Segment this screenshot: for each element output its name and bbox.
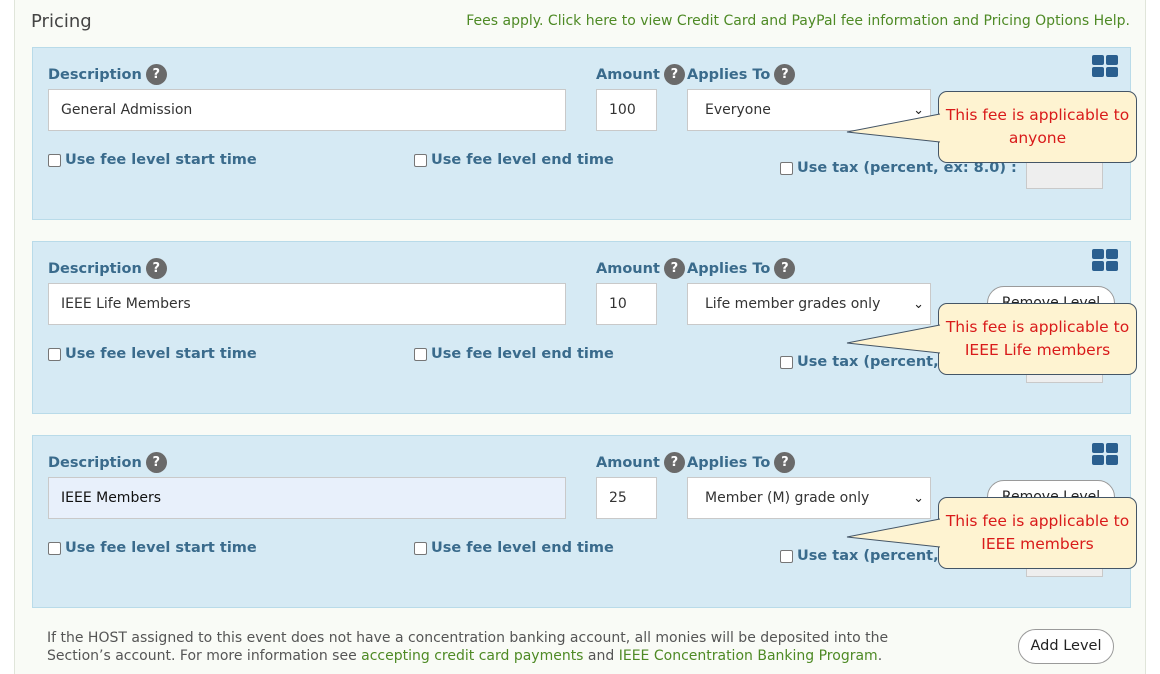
description-help-icon[interactable]: ?: [145, 452, 167, 473]
amount-help-icon[interactable]: ?: [663, 452, 685, 473]
applies-to-label: Applies To ?: [687, 452, 796, 473]
checkbox[interactable]: [780, 161, 793, 175]
grid-icon[interactable]: [1092, 443, 1119, 467]
checkbox[interactable]: [780, 549, 793, 563]
checkbox[interactable]: [414, 153, 427, 167]
applies-to-help-icon[interactable]: ?: [774, 452, 796, 473]
banking-notice: If the HOST assigned to this event does …: [47, 630, 889, 664]
callout-pointer: [846, 113, 941, 143]
checkbox[interactable]: [414, 541, 427, 555]
checkbox[interactable]: [48, 153, 61, 167]
description-input[interactable]: [48, 283, 566, 325]
description-label: Description ?: [48, 258, 167, 279]
callout-pointer: [846, 518, 941, 548]
credit-card-payments-link[interactable]: accepting credit card payments: [361, 648, 583, 664]
callout-level-1: This fee is applicable to anyone: [938, 91, 1137, 163]
use-start-time-checkbox[interactable]: Use fee level start time: [48, 346, 257, 362]
amount-label: Amount ?: [596, 64, 685, 85]
grid-icon[interactable]: [1092, 249, 1119, 273]
amount-input[interactable]: [596, 283, 657, 325]
callout-level-2: This fee is applicable to IEEE Life memb…: [938, 303, 1137, 375]
description-label: Description ?: [48, 64, 167, 85]
checkbox[interactable]: [48, 541, 61, 555]
amount-input[interactable]: [596, 89, 657, 131]
fees-info-link[interactable]: Fees apply. Click here to view Credit Ca…: [466, 13, 1130, 29]
amount-label: Amount ?: [596, 258, 685, 279]
chevron-down-icon: ⌄: [913, 491, 924, 506]
applies-to-help-icon[interactable]: ?: [774, 64, 796, 85]
applies-to-help-icon[interactable]: ?: [774, 258, 796, 279]
checkbox[interactable]: [48, 347, 61, 361]
description-help-icon[interactable]: ?: [145, 64, 167, 85]
grid-icon[interactable]: [1092, 55, 1119, 79]
callout-level-3: This fee is applicable to IEEE members: [938, 497, 1137, 569]
use-end-time-checkbox[interactable]: Use fee level end time: [414, 152, 614, 168]
amount-help-icon[interactable]: ?: [663, 64, 685, 85]
checkbox[interactable]: [414, 347, 427, 361]
pricing-title: Pricing: [31, 11, 92, 32]
use-end-time-checkbox[interactable]: Use fee level end time: [414, 346, 614, 362]
add-level-button[interactable]: Add Level: [1018, 629, 1114, 664]
applies-to-label: Applies To ?: [687, 258, 796, 279]
concentration-banking-link[interactable]: IEEE Concentration Banking Program: [619, 648, 878, 664]
chevron-down-icon: ⌄: [913, 297, 924, 312]
use-start-time-checkbox[interactable]: Use fee level start time: [48, 152, 257, 168]
callout-pointer: [846, 324, 941, 354]
applies-to-label: Applies To ?: [687, 64, 796, 85]
description-input[interactable]: [48, 477, 566, 519]
amount-help-icon[interactable]: ?: [663, 258, 685, 279]
description-input[interactable]: [48, 89, 566, 131]
description-label: Description ?: [48, 452, 167, 473]
use-start-time-checkbox[interactable]: Use fee level start time: [48, 540, 257, 556]
description-help-icon[interactable]: ?: [145, 258, 167, 279]
amount-input[interactable]: [596, 477, 657, 519]
checkbox[interactable]: [780, 355, 793, 369]
applies-to-select[interactable]: Life member grades only ⌄: [687, 283, 931, 325]
use-end-time-checkbox[interactable]: Use fee level end time: [414, 540, 614, 556]
amount-label: Amount ?: [596, 452, 685, 473]
applies-to-select[interactable]: Member (M) grade only ⌄: [687, 477, 931, 519]
